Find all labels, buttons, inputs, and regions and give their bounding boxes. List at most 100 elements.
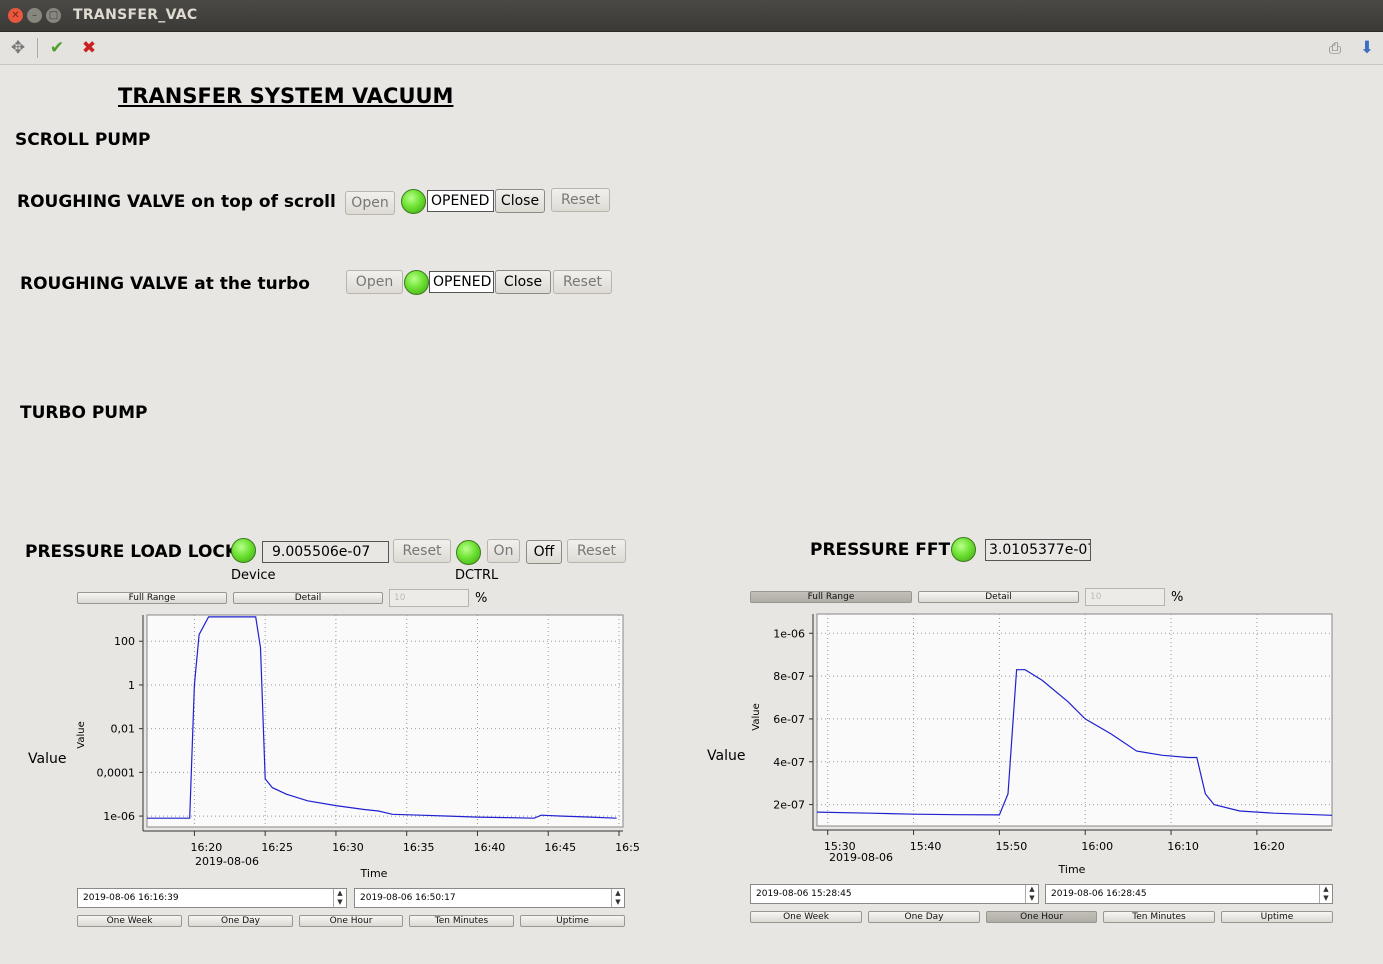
ll-end-datetime[interactable]: 2019-08-06 16:50:17 ▲ ▼ (354, 888, 625, 908)
ll-ytick-label: 100 (114, 635, 135, 648)
fft-full-range-button[interactable]: Full Range (750, 591, 912, 603)
fft-date-label: 2019-08-06 (829, 851, 893, 864)
valve1-label: ROUGHING VALVE on top of scroll (17, 192, 336, 212)
ll-start-text: 2019-08-06 16:16:39 (83, 893, 179, 903)
fft-ytick-label: 4e-07 (773, 756, 805, 769)
valve1-reset-button[interactable]: Reset (551, 188, 610, 212)
device-label: Device (231, 568, 276, 583)
ll-xtick-label: 16:30 (332, 841, 364, 854)
fft-xtick-label: 16:00 (1081, 840, 1113, 853)
ll-ytick-label: 0,0001 (97, 766, 136, 779)
dctrl-label: DCTRL (455, 568, 499, 583)
dctrl-on-button[interactable]: On (487, 539, 520, 563)
ll-start-spinner[interactable]: ▲ ▼ (333, 889, 346, 907)
download-icon[interactable]: ⬇ (1356, 38, 1378, 58)
fft-ytick-label: 6e-07 (773, 713, 805, 726)
window-minimize-icon[interactable]: – (27, 8, 42, 23)
fft-xtick-label: 15:50 (996, 840, 1028, 853)
ll-date-label: 2019-08-06 (195, 855, 259, 868)
fft-start-text: 2019-08-06 15:28:45 (756, 889, 852, 899)
ll-percent-symbol: % (475, 591, 488, 606)
ll-one-week-button[interactable]: One Week (77, 915, 182, 927)
valve1-close-button[interactable]: Close (495, 189, 545, 213)
ll-ytick-label: 1e-06 (103, 810, 135, 823)
fft-plot-area (816, 613, 1333, 827)
fft-xtick-label: 15:40 (910, 840, 942, 853)
fft-label: PRESSURE FFT (810, 540, 951, 560)
scroll-pump-label: SCROLL PUMP (15, 130, 151, 150)
valve2-status-field: OPENED (429, 271, 494, 293)
ll-ylabel: Value (76, 721, 87, 748)
valve1-status-field: OPENED (427, 190, 494, 212)
dctrl-reset-button[interactable]: Reset (567, 539, 626, 563)
fft-end-spinner[interactable]: ▲ ▼ (1319, 885, 1332, 903)
ll-ten-minutes-button[interactable]: Ten Minutes (409, 915, 514, 927)
valve2-status-led (404, 270, 429, 295)
fft-one-hour-button[interactable]: One Hour (986, 911, 1097, 923)
ll-side-value-label: Value (28, 751, 67, 767)
fft-end-text: 2019-08-06 16:28:45 (1051, 889, 1147, 899)
loadlock-label: PRESSURE LOAD LOCK (25, 542, 239, 562)
ll-full-range-button[interactable]: Full Range (77, 592, 227, 604)
dctrl-off-button[interactable]: Off (526, 540, 562, 564)
window-maximize-icon[interactable]: □ (46, 8, 61, 23)
fft-led (951, 537, 976, 562)
ll-end-text: 2019-08-06 16:50:17 (360, 893, 456, 903)
fft-ytick-label: 8e-07 (773, 670, 805, 683)
valve1-status-led (401, 189, 426, 214)
fft-end-datetime[interactable]: 2019-08-06 16:28:45 ▲ ▼ (1045, 884, 1333, 904)
ll-ytick-label: 0,01 (111, 723, 136, 736)
loadlock-value-field: 9.005506e-07 (262, 541, 389, 563)
printer-icon[interactable]: ⎙ (1324, 38, 1346, 58)
window-close-icon[interactable]: ✕ (8, 8, 23, 23)
fft-side-value-label: Value (707, 748, 746, 764)
ll-xtick-label: 16:35 (403, 841, 435, 854)
cross-icon[interactable]: ✖ (78, 38, 100, 58)
ll-one-hour-button[interactable]: One Hour (299, 915, 403, 927)
fft-start-spinner[interactable]: ▲ ▼ (1025, 885, 1038, 903)
loadlock-device-led (231, 538, 256, 563)
ll-start-datetime[interactable]: 2019-08-06 16:16:39 ▲ ▼ (77, 888, 347, 908)
valve2-label: ROUGHING VALVE at the turbo (20, 274, 310, 294)
ll-xtick-label: 16:50 (615, 841, 640, 854)
valve2-reset-button[interactable]: Reset (553, 270, 612, 294)
ll-uptime-button[interactable]: Uptime (520, 915, 625, 927)
fft-detail-button[interactable]: Detail (918, 591, 1079, 603)
toolbar: ✥ ✔ ✖ ⎙ ⬇ (0, 32, 1383, 65)
check-icon[interactable]: ✔ (46, 38, 68, 58)
fft-xtick-label: 16:10 (1167, 840, 1199, 853)
fft-ytick-label: 1e-06 (773, 627, 805, 640)
fft-percent-symbol: % (1171, 590, 1184, 605)
window-titlebar: ✕ – □ TRANSFER_VAC (0, 0, 1383, 32)
fft-ten-minutes-button[interactable]: Ten Minutes (1103, 911, 1215, 923)
ll-end-spinner[interactable]: ▲ ▼ (611, 889, 624, 907)
ll-ytick-label: 1 (128, 679, 135, 692)
toolbar-divider (37, 38, 38, 58)
window-title: TRANSFER_VAC (73, 7, 198, 23)
loadlock-reset-button[interactable]: Reset (393, 539, 451, 563)
fft-one-week-button[interactable]: One Week (750, 911, 862, 923)
ll-xtick-label: 16:25 (261, 841, 293, 854)
valve2-open-button[interactable]: Open (346, 270, 403, 294)
page-title: TRANSFER SYSTEM VACUUM (118, 84, 454, 108)
ll-xtick-label: 16:45 (544, 841, 576, 854)
move-icon[interactable]: ✥ (7, 38, 29, 58)
ll-one-day-button[interactable]: One Day (188, 915, 293, 927)
ll-plot-area (146, 614, 624, 828)
fft-ytick-label: 2e-07 (773, 799, 805, 812)
fft-ylabel: Value (751, 703, 762, 730)
fft-percent-input[interactable]: 10 (1085, 588, 1165, 606)
fft-xtick-label: 16:20 (1253, 840, 1285, 853)
valve2-close-button[interactable]: Close (495, 270, 551, 294)
ll-xtick-label: 16:40 (474, 841, 506, 854)
ll-chart: 100 1 0,01 0,0001 1e-06 16:20 16:25 16:30 16:35 1… (76, 614, 640, 880)
valve1-open-button[interactable]: Open (345, 191, 395, 215)
fft-uptime-button[interactable]: Uptime (1221, 911, 1333, 923)
ll-xlabel: Time (360, 867, 388, 880)
fft-start-datetime[interactable]: 2019-08-06 15:28:45 ▲ ▼ (750, 884, 1039, 904)
dctrl-led (456, 540, 481, 565)
ll-detail-button[interactable]: Detail (233, 592, 383, 604)
ll-grid (142, 614, 624, 832)
fft-grid (812, 613, 1333, 831)
fft-one-day-button[interactable]: One Day (868, 911, 980, 923)
